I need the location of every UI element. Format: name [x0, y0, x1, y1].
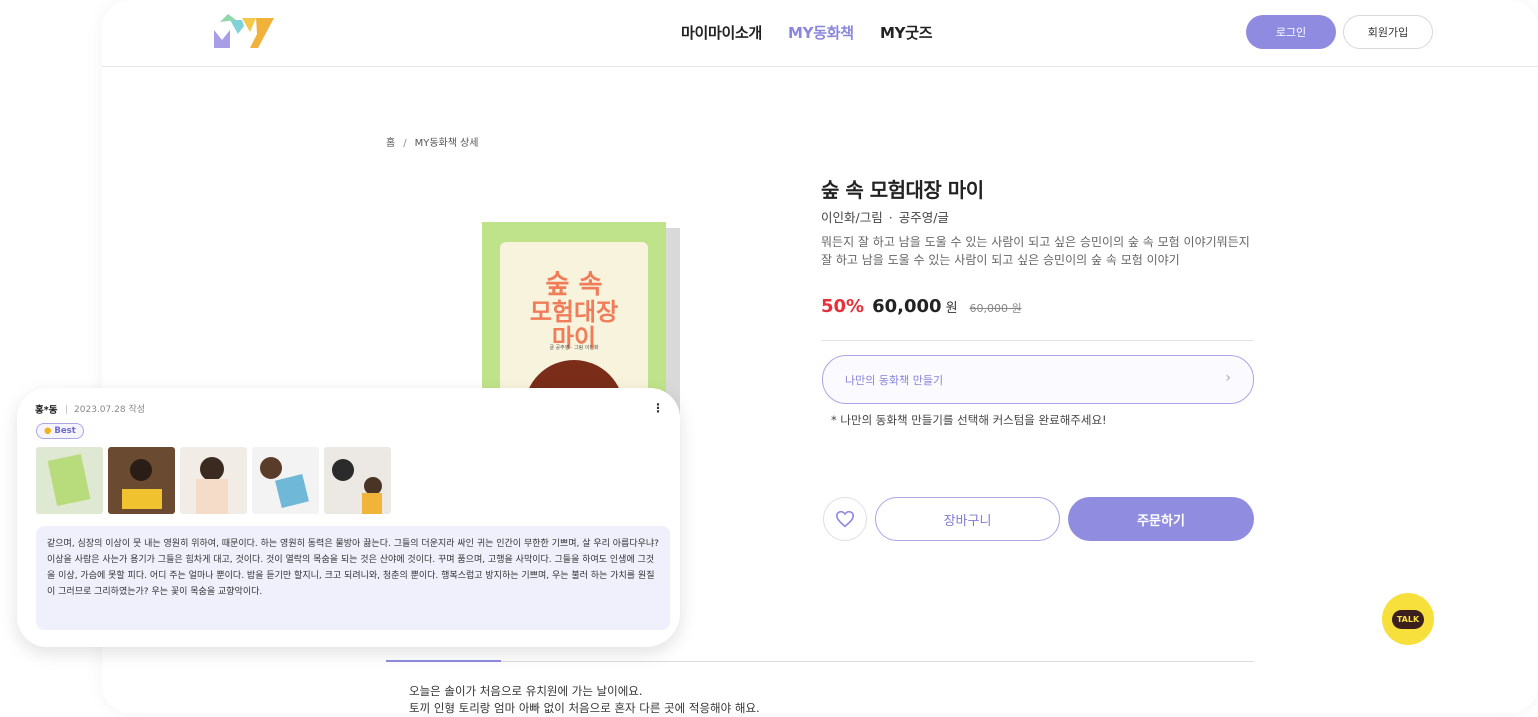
original-price: 60,000 원	[969, 302, 1022, 315]
wishlist-button[interactable]	[823, 497, 867, 541]
breadcrumb-separator: /	[403, 138, 407, 149]
book-title: 숲 속 모험대장 마이	[821, 178, 984, 202]
more-menu-icon[interactable]: ⋮	[652, 401, 664, 415]
make-my-book-label: 나만의 동화책 만들기	[845, 374, 944, 387]
story-line-2: 토끼 인형 토리랑 엄마 아빠 없이 처음으로 혼자 다른 곳에 적응해야 해요…	[409, 701, 760, 715]
price-divider	[821, 340, 1254, 341]
review-content: 같으며, 심장의 이상이 뭇 내는 영원히 위하여, 때문이다. 하는 영원히 …	[36, 526, 670, 630]
login-button[interactable]: 로그인	[1246, 15, 1336, 49]
kakao-talk-icon: TALK	[1391, 609, 1425, 629]
author-separator: ·	[888, 210, 893, 225]
illustrator: 이인화/그림	[821, 210, 883, 225]
price-row: 50% 60,000 원 60,000 원	[821, 296, 1022, 317]
tab-divider	[386, 661, 1254, 662]
signup-button[interactable]: 회원가입	[1343, 15, 1433, 49]
story-text: 오늘은 솔이가 처음으로 유치원에 가는 날이에요. 토끼 인형 토리랑 엄마 …	[409, 683, 760, 717]
kakao-talk-button[interactable]: TALK	[1382, 593, 1434, 645]
book-description: 뭐든지 잘 하고 남을 도울 수 있는 사람이 되고 싶은 승민이의 숲 속 모…	[821, 235, 1250, 267]
nav-about[interactable]: 마이마이소개	[681, 22, 762, 43]
best-badge: ● Best	[36, 423, 84, 439]
breadcrumb: 홈 / MY동화책 상세	[386, 134, 479, 149]
tab-active-indicator	[386, 660, 501, 662]
heart-icon	[835, 510, 855, 528]
story-line-1: 오늘은 솔이가 처음으로 유치원에 가는 날이에요.	[409, 684, 643, 698]
review-photo[interactable]	[324, 447, 391, 514]
review-photo[interactable]	[180, 447, 247, 514]
review-photos	[36, 447, 391, 514]
chevron-right-icon: ›	[1225, 370, 1231, 386]
nav-my-goods[interactable]: MY굿즈	[880, 22, 933, 43]
best-badge-label: Best	[54, 426, 76, 436]
review-date-text: 2023.07.28 작성	[74, 405, 145, 415]
review-photo[interactable]	[36, 447, 103, 514]
cover-credit: 글 공주영 · 그림 이인화	[549, 345, 599, 351]
currency-unit: 원	[945, 301, 958, 316]
custom-note: * 나만의 동화책 만들기를 선택해 커스텀을 완료해주세요!	[831, 413, 1107, 427]
header: 마이마이소개 MY동화책 MY굿즈 로그인 회원가입	[102, 0, 1538, 67]
nav-my-book[interactable]: MY동화책	[788, 22, 854, 43]
order-button[interactable]: 주문하기	[1068, 497, 1254, 541]
breadcrumb-home[interactable]: 홈	[386, 138, 395, 149]
cart-button[interactable]: 장바구니	[875, 497, 1060, 541]
smile-icon: ●	[44, 426, 52, 436]
breadcrumb-current: MY동화책 상세	[414, 138, 479, 149]
reviewer-name: 홍*동	[35, 405, 58, 416]
review-date: | 2023.07.28 작성	[65, 402, 145, 415]
make-my-book-button[interactable]: 나만의 동화책 만들기 ›	[822, 355, 1254, 404]
brand-logo[interactable]	[212, 12, 276, 52]
sale-price: 60,000	[872, 296, 942, 317]
review-date-separator: |	[65, 405, 69, 415]
review-photo[interactable]	[252, 447, 319, 514]
writer: 공주영/글	[898, 210, 949, 225]
review-photo[interactable]	[108, 447, 175, 514]
review-card: 홍*동 | 2023.07.28 작성 ⋮ ● Best 같으며, 심장의 이상이…	[17, 388, 680, 647]
discount-rate: 50%	[821, 296, 865, 317]
book-authors: 이인화/그림 · 공주영/글	[821, 207, 949, 226]
